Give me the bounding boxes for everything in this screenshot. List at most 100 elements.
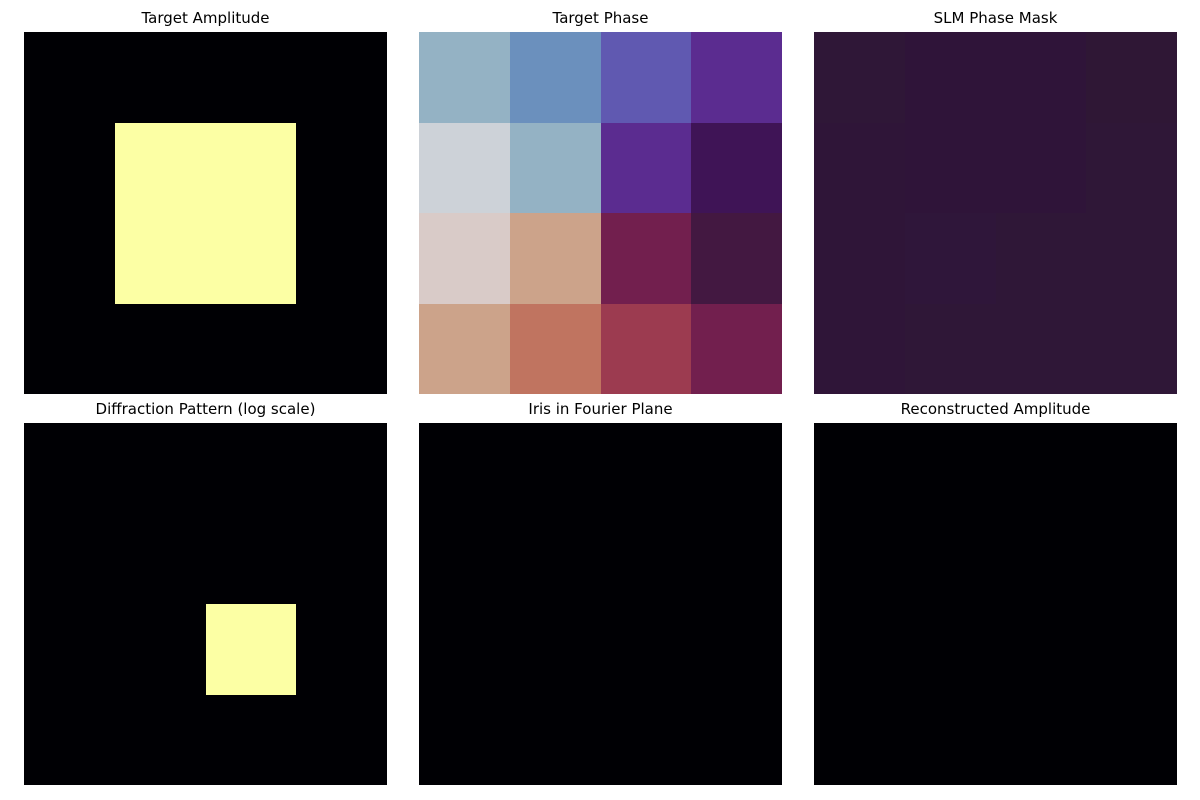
heatmap-cell-r0-c0 xyxy=(24,423,115,514)
panel-iris-fourier-plane: Iris in Fourier Plane xyxy=(419,399,782,785)
panel-target-amplitude: Target Amplitude xyxy=(24,8,387,394)
heatmap-cell-r3-c1 xyxy=(905,695,996,785)
heatmap-cell-r0-c0 xyxy=(419,423,510,514)
panel-title: Reconstructed Amplitude xyxy=(900,400,1091,418)
heatmap-cell-r2-c1 xyxy=(510,604,601,695)
heatmap-plot xyxy=(814,423,1177,785)
heatmap-cell-r0-c1 xyxy=(115,423,206,514)
heatmap-cell-r2-c1 xyxy=(510,213,601,304)
heatmap-cell-r3-c1 xyxy=(510,695,601,785)
heatmap-cell-r3-c2 xyxy=(996,695,1086,785)
heatmap-cell-r1-c2 xyxy=(206,123,296,213)
heatmap-plot xyxy=(24,423,387,785)
panel-title: Target Amplitude xyxy=(141,9,270,27)
heatmap-cell-r2-c0 xyxy=(24,213,115,304)
heatmap-cell-r0-c2 xyxy=(601,32,691,123)
heatmap-cell-r3-c1 xyxy=(115,304,206,394)
heatmap-cell-r2-c0 xyxy=(419,213,510,304)
heatmap-svg xyxy=(24,423,387,785)
heatmap-cell-r0-c1 xyxy=(115,32,206,123)
heatmap-cell-r1-c0 xyxy=(419,123,510,213)
heatmap-cell-r2-c2 xyxy=(206,213,296,304)
panel-title: Target Phase xyxy=(552,9,649,27)
heatmap-cell-r1-c1 xyxy=(115,123,206,213)
heatmap-cell-r1-c0 xyxy=(24,123,115,213)
heatmap-cell-r0-c1 xyxy=(905,32,996,123)
heatmap-plot xyxy=(419,32,782,394)
heatmap-cell-r0-c0 xyxy=(24,32,115,123)
heatmap-cell-r1-c2 xyxy=(996,123,1086,213)
heatmap-cell-r3-c3 xyxy=(691,695,782,785)
heatmap-svg xyxy=(419,423,782,785)
heatmap-cell-r3-c2 xyxy=(206,695,296,785)
heatmap-cell-r3-c0 xyxy=(814,304,905,394)
heatmap-cell-r0-c3 xyxy=(1086,423,1177,514)
heatmap-cell-r0-c3 xyxy=(691,32,782,123)
heatmap-cell-r0-c2 xyxy=(601,423,691,514)
heatmap-cell-r2-c2 xyxy=(206,604,296,695)
heatmap-cell-r1-c1 xyxy=(510,123,601,213)
heatmap-cell-r3-c1 xyxy=(905,304,996,394)
heatmap-cell-r3-c0 xyxy=(814,695,905,785)
heatmap-cell-r1-c0 xyxy=(419,514,510,604)
panel-diffraction-pattern: Diffraction Pattern (log scale) xyxy=(24,399,387,785)
panel-title: Iris in Fourier Plane xyxy=(528,400,673,418)
heatmap-cell-r0-c1 xyxy=(510,423,601,514)
heatmap-cell-r1-c1 xyxy=(510,514,601,604)
heatmap-cell-r2-c3 xyxy=(296,213,387,304)
heatmap-cell-r2-c1 xyxy=(905,213,996,304)
heatmap-cell-r2-c2 xyxy=(601,604,691,695)
panel-target-phase: Target Phase xyxy=(419,8,782,394)
heatmap-cell-r0-c0 xyxy=(419,32,510,123)
heatmap-cell-r0-c3 xyxy=(296,423,387,514)
heatmap-cell-r1-c3 xyxy=(296,123,387,213)
heatmap-cell-r1-c1 xyxy=(115,514,206,604)
heatmap-cell-r2-c1 xyxy=(905,604,996,695)
heatmap-cell-r3-c0 xyxy=(24,695,115,785)
heatmap-cell-r1-c2 xyxy=(601,514,691,604)
heatmap-plot xyxy=(24,32,387,394)
heatmap-cell-r1-c3 xyxy=(296,514,387,604)
heatmap-cell-r3-c3 xyxy=(296,695,387,785)
heatmap-cell-r2-c2 xyxy=(996,213,1086,304)
panel-title: SLM Phase Mask xyxy=(933,9,1058,27)
heatmap-cell-r3-c3 xyxy=(296,304,387,394)
heatmap-cell-r1-c1 xyxy=(905,123,996,213)
heatmap-cell-r1-c0 xyxy=(814,514,905,604)
heatmap-cell-r1-c3 xyxy=(691,123,782,213)
panel-reconstructed-amplitude: Reconstructed Amplitude xyxy=(814,399,1177,785)
heatmap-cell-r2-c0 xyxy=(814,213,905,304)
heatmap-cell-r3-c2 xyxy=(996,304,1086,394)
heatmap-cell-r1-c1 xyxy=(905,514,996,604)
heatmap-cell-r3-c1 xyxy=(510,304,601,394)
heatmap-cell-r3-c0 xyxy=(419,695,510,785)
heatmap-cell-r2-c3 xyxy=(691,213,782,304)
heatmap-cell-r0-c1 xyxy=(905,423,996,514)
heatmap-cell-r0-c0 xyxy=(814,423,905,514)
heatmap-plot xyxy=(419,423,782,785)
heatmap-cell-r2-c3 xyxy=(296,604,387,695)
heatmap-cell-r0-c3 xyxy=(1086,32,1177,123)
heatmap-svg xyxy=(419,32,782,394)
heatmap-cell-r2-c0 xyxy=(24,604,115,695)
heatmap-cell-r1-c2 xyxy=(601,123,691,213)
heatmap-cell-r0-c3 xyxy=(691,423,782,514)
heatmap-cell-r0-c3 xyxy=(296,32,387,123)
heatmap-cell-r3-c0 xyxy=(24,304,115,394)
heatmap-cell-r0-c2 xyxy=(206,423,296,514)
heatmap-cell-r1-c3 xyxy=(1086,123,1177,213)
heatmap-cell-r2-c2 xyxy=(601,213,691,304)
heatmap-cell-r1-c0 xyxy=(814,123,905,213)
heatmap-cell-r0-c2 xyxy=(996,423,1086,514)
heatmap-cell-r2-c2 xyxy=(996,604,1086,695)
heatmap-cell-r1-c0 xyxy=(24,514,115,604)
heatmap-cell-r0-c2 xyxy=(996,32,1086,123)
heatmap-cell-r0-c1 xyxy=(510,32,601,123)
heatmap-cell-r2-c1 xyxy=(115,604,206,695)
heatmap-cell-r3-c1 xyxy=(115,695,206,785)
heatmap-cell-r1-c3 xyxy=(691,514,782,604)
panel-slm-phase-mask: SLM Phase Mask xyxy=(814,8,1177,394)
heatmap-cell-r2-c3 xyxy=(1086,213,1177,304)
heatmap-cell-r2-c0 xyxy=(419,604,510,695)
heatmap-cell-r3-c3 xyxy=(1086,304,1177,394)
